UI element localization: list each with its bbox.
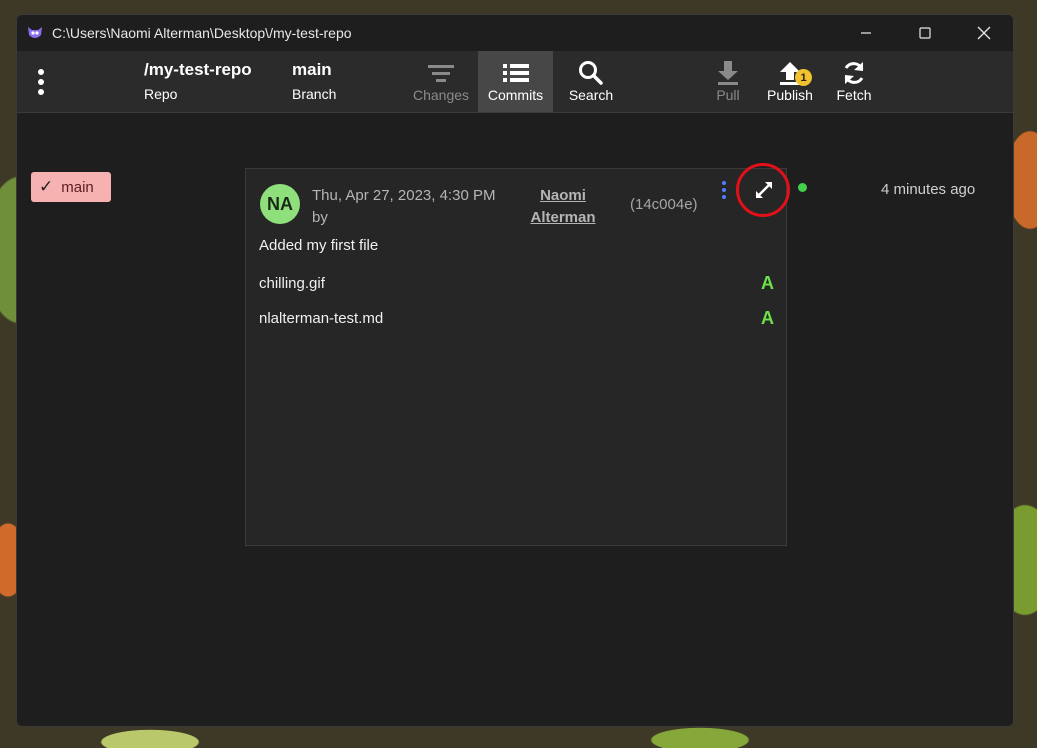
- changed-file-row[interactable]: nlalterman-test.md A: [259, 308, 774, 332]
- commits-list-icon: [502, 64, 529, 82]
- commits-tab[interactable]: Commits: [478, 51, 553, 112]
- search-label: Search: [568, 87, 614, 103]
- avatar: NA: [260, 184, 300, 224]
- window-title: C:\Users\Naomi Alterman\Desktop\/my-test…: [52, 25, 352, 41]
- repo-name: /my-test-repo: [144, 60, 252, 79]
- refresh-icon: [844, 62, 864, 84]
- close-button[interactable]: [954, 15, 1013, 51]
- file-name: nlalterman-test.md: [259, 310, 384, 327]
- title-bar: C:\Users\Naomi Alterman\Desktop\/my-test…: [17, 15, 1013, 51]
- app-menu-button[interactable]: [29, 65, 53, 99]
- changes-label: Changes: [412, 87, 470, 103]
- commit-by-text: by: [312, 209, 328, 226]
- kebab-dot: [722, 188, 726, 192]
- kebab-dot: [722, 181, 726, 185]
- changes-tab[interactable]: Changes: [406, 51, 476, 112]
- branch-caption: Branch: [292, 86, 337, 102]
- branch-selector[interactable]: main Branch: [292, 60, 336, 102]
- commit-date-text: Thu, Apr 27, 2023, 4:30 PM: [312, 187, 496, 204]
- close-icon: [977, 26, 990, 40]
- menu-dot: [38, 79, 44, 85]
- pull-label: Pull: [716, 87, 740, 103]
- changed-file-row[interactable]: chilling.gif A: [259, 273, 774, 297]
- minimize-button[interactable]: [836, 15, 895, 51]
- commit-relative-time: 4 minutes ago: [881, 181, 976, 198]
- fetch-button[interactable]: Fetch: [827, 51, 881, 112]
- app-logo-icon: [28, 27, 42, 38]
- file-name: chilling.gif: [259, 275, 325, 292]
- author-first-name: Naomi: [540, 187, 586, 204]
- status-dot: [798, 183, 807, 192]
- main-toolbar: /my-test-repo Repo main Branch Changes C…: [17, 51, 1013, 113]
- checkmark-icon: ✓: [39, 177, 54, 196]
- commit-hash: (14c004e): [630, 196, 698, 213]
- commit-options-button[interactable]: [720, 181, 728, 199]
- commit-details-card: NA Thu, Apr 27, 2023, 4:30 PM by Naomi A…: [245, 163, 790, 546]
- commits-label: Commits: [487, 87, 544, 103]
- publish-label: Publish: [767, 87, 813, 103]
- pull-arrow-icon: [718, 61, 738, 85]
- minimize-icon: [860, 32, 871, 34]
- branch-name: main: [292, 60, 332, 79]
- commit-message: Added my first file: [259, 237, 379, 254]
- author-last-name: Alterman: [530, 209, 596, 226]
- fetch-label: Fetch: [836, 87, 872, 103]
- file-status-added: A: [761, 308, 774, 328]
- commit-author-link[interactable]: Naomi Alterman: [520, 185, 606, 229]
- menu-dot: [38, 89, 44, 95]
- changes-icon: [428, 65, 454, 82]
- menu-dot: [38, 69, 44, 75]
- app-window: C:\Users\Naomi Alterman\Desktop\/my-test…: [16, 14, 1014, 727]
- branch-tag-label: main: [61, 178, 94, 196]
- repo-caption: Repo: [144, 86, 178, 102]
- repo-selector[interactable]: /my-test-repo Repo: [144, 60, 252, 102]
- pull-button[interactable]: Pull: [701, 51, 755, 112]
- search-icon: [579, 61, 603, 85]
- highlight-ring: [736, 163, 790, 217]
- search-tab[interactable]: Search: [557, 51, 625, 112]
- publish-count-badge: 1: [795, 69, 812, 86]
- maximize-button[interactable]: [895, 15, 954, 51]
- kebab-dot: [722, 195, 726, 199]
- branch-tag-main[interactable]: ✓ main: [31, 172, 111, 202]
- commit-date: Thu, Apr 27, 2023, 4:30 PM by: [312, 185, 512, 229]
- file-status-added: A: [761, 273, 774, 293]
- publish-button[interactable]: 1 Publish: [761, 51, 819, 112]
- maximize-icon: [918, 27, 931, 39]
